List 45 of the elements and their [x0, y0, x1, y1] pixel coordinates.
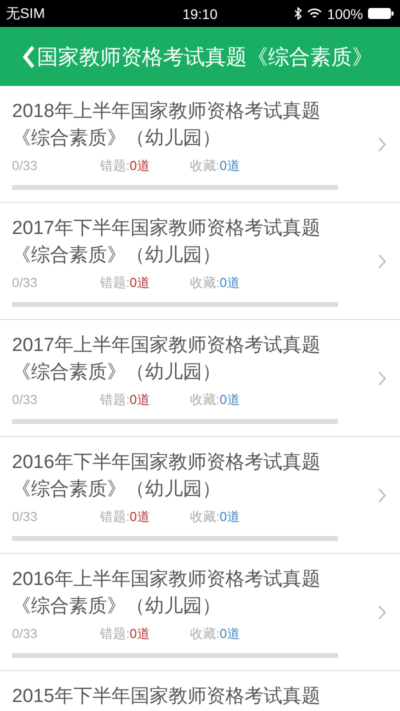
favorite-label: 收藏: — [190, 158, 220, 173]
page-title: 国家教师资格考试真题《综合素质》 — [37, 44, 373, 70]
paper-title: 2017年下半年国家教师资格考试真题《综合素质》（幼儿园） — [12, 217, 322, 268]
wifi-icon — [307, 8, 322, 19]
favorite-count: 0道 — [220, 626, 240, 641]
back-icon — [22, 44, 35, 68]
wrong-count: 0道 — [130, 626, 150, 641]
favorite-count: 0道 — [220, 392, 240, 407]
paper-title: 2016年下半年国家教师资格考试真题《综合素质》（幼儿园） — [12, 451, 322, 502]
wrong-label: 错题: — [100, 626, 130, 641]
favorite-label: 收藏: — [190, 509, 220, 524]
paper-title: 2017年上半年国家教师资格考试真题《综合素质》（幼儿园） — [12, 334, 322, 385]
progress-count: 0/33 — [12, 509, 38, 524]
wrong-count: 0道 — [130, 158, 150, 173]
wrong-label: 错题: — [100, 158, 130, 173]
chevron-right-icon — [378, 254, 386, 268]
progress-count: 0/33 — [12, 158, 38, 173]
back-button[interactable] — [22, 44, 35, 68]
clock: 19:10 — [182, 6, 218, 22]
battery-percent: 100% — [327, 6, 363, 22]
favorite-count: 0道 — [220, 275, 240, 290]
favorite-label: 收藏: — [190, 626, 220, 641]
progress-count: 0/33 — [12, 392, 38, 407]
battery-icon — [368, 8, 394, 19]
wrong-label: 错题: — [100, 509, 130, 524]
wrong-label: 错题: — [100, 275, 130, 290]
paper-title: 2016年上半年国家教师资格考试真题《综合素质》（幼儿园） — [12, 568, 322, 619]
chevron-right-icon — [378, 370, 386, 386]
paper-title: 2015年下半年国家教师资格考试真题 — [12, 685, 322, 709]
bluetooth-icon — [294, 7, 302, 20]
progress-count: 0/33 — [12, 275, 38, 290]
favorite-label: 收藏: — [190, 275, 220, 290]
chevron-right-icon — [378, 136, 386, 152]
favorite-count: 0道 — [220, 158, 240, 173]
favorite-count: 0道 — [220, 509, 240, 524]
paper-title: 2018年上半年国家教师资格考试真题《综合素质》（幼儿园） — [12, 100, 322, 151]
wrong-count: 0道 — [130, 392, 150, 407]
wrong-count: 0道 — [130, 509, 150, 524]
chevron-right-icon — [378, 604, 386, 620]
wrong-label: 错题: — [100, 392, 130, 407]
progress-count: 0/33 — [12, 626, 38, 641]
favorite-label: 收藏: — [190, 392, 220, 407]
carrier-label: 无SIM — [6, 4, 45, 22]
chevron-right-icon — [378, 488, 386, 502]
wrong-count: 0道 — [130, 275, 150, 290]
